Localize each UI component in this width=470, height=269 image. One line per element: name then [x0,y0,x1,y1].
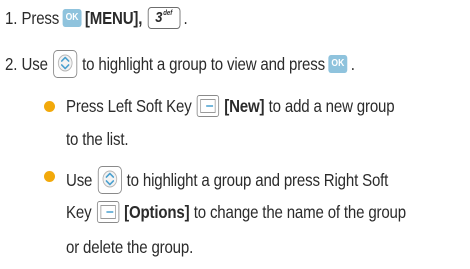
soft-key-icon [96,201,119,223]
bullet-1-text-c: to the list. [66,129,129,149]
menu-label: [MENU], [84,8,143,28]
ok-key-icon: OK [62,9,82,27]
up-down-navigation-key-icon [52,50,78,78]
step-2-end: . [350,54,355,74]
new-label: [New] [224,96,265,116]
bullet-2-line-1: Use to highlight a group and press Right… [66,166,388,194]
bullet-1-line-1: Press Left Soft Key [New] to add a new g… [66,95,395,117]
step-1-number: 1. [5,8,18,28]
number-3-key-icon: 3 def [147,7,181,29]
bullet-2-text-b: to highlight a group and press Right Sof… [126,170,389,190]
nav-arrows-graphic [102,170,117,188]
bullet-2-text-e: or delete the group. [66,237,194,257]
num-key-digit: 3 [155,9,163,26]
step-2-text-a: Use [21,54,48,74]
bullet-2-text-d: to change the name of the group [193,202,406,222]
bullet-1-line-2: to the list. [66,128,129,150]
step-2-text-b: to highlight a group to view and press [82,54,325,74]
bullet-dot [44,171,55,182]
bullet-2-text-c: Key [66,202,92,222]
bullet-1-text-b: to add a new group [268,96,395,116]
step-2: 2. Use to highlight a group to view and … [5,50,355,78]
options-label: [Options] [124,202,190,222]
bullet-2-line-3: or delete the group. [66,236,193,258]
step-1-end: . [183,8,188,28]
up-down-navigation-key-icon [97,166,122,194]
step-1-text: Press [21,8,60,28]
instruction-document: 1. Press OK [MENU], 3 def . 2. Use to hig… [0,0,470,269]
bullet-dot [44,101,55,112]
soft-key-graphic [100,205,116,219]
ok-key-icon: OK [328,55,348,73]
bullet-1-text-a: Press Left Soft Key [66,96,192,116]
bullet-2-line-2: Key [Options] to change the name of the … [66,201,406,223]
soft-key-icon [196,95,220,117]
num-key-letters: def [163,10,173,17]
step-2-number: 2. [5,54,18,74]
bullet-2-text-a: Use [66,170,93,190]
nav-arrows-graphic [57,54,73,72]
step-1: 1. Press OK [MENU], 3 def . [5,7,188,29]
soft-key-graphic [200,99,216,113]
